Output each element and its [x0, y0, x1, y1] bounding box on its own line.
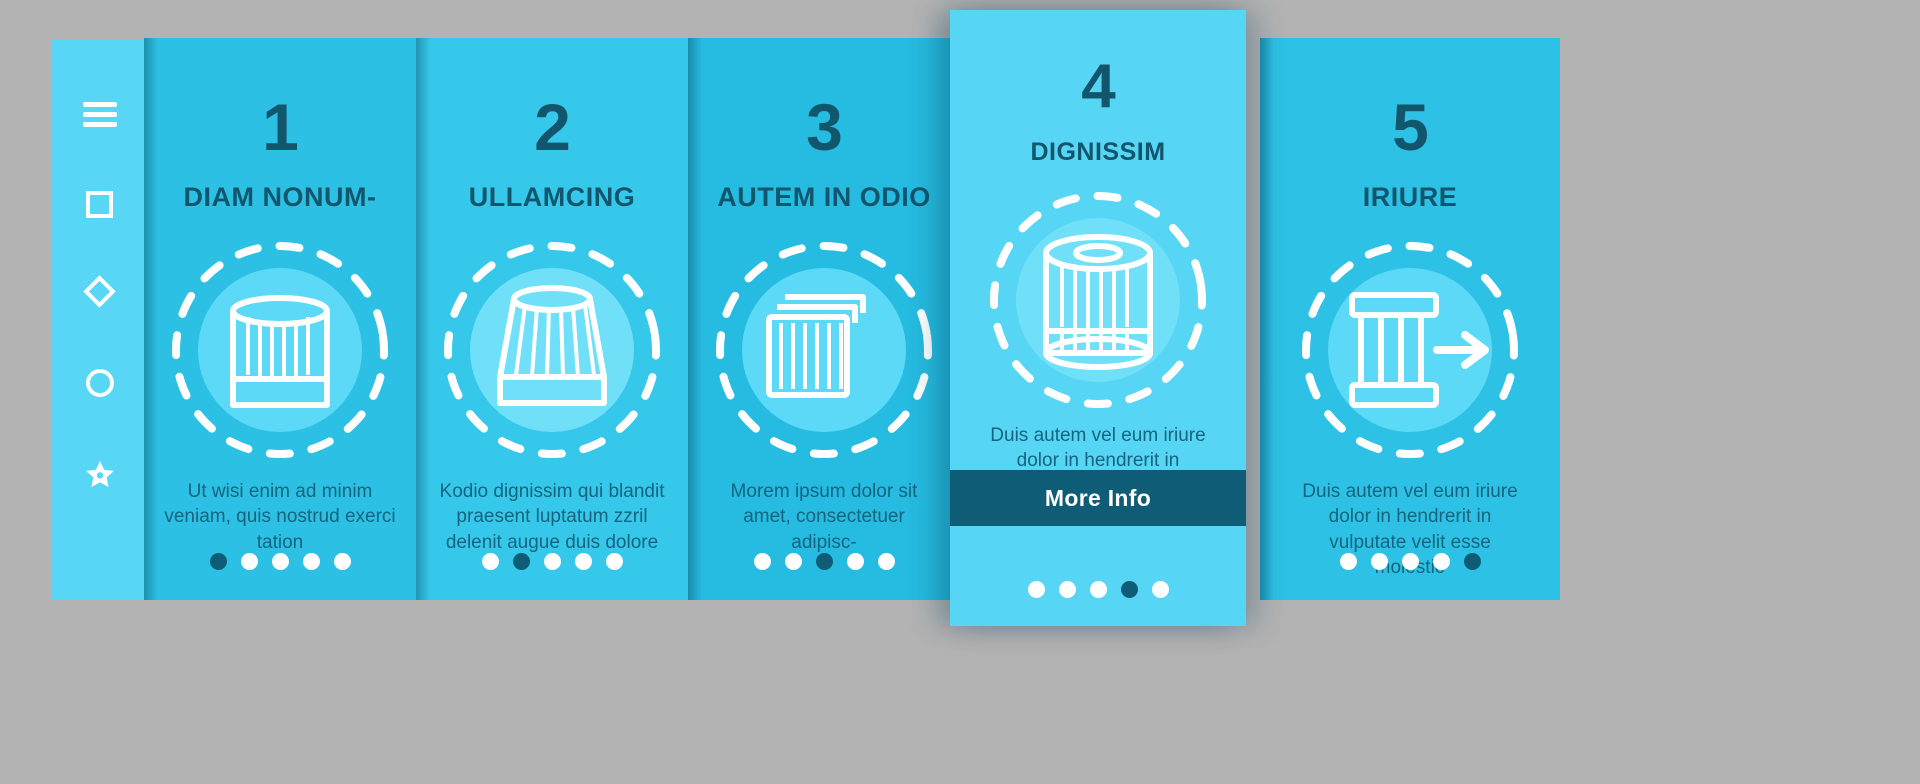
- dot-1[interactable]: [481, 553, 499, 570]
- dot-4[interactable]: [302, 553, 320, 570]
- dot-2[interactable]: [1370, 553, 1388, 570]
- dot-2[interactable]: [512, 553, 530, 570]
- filter-cartridge-icon: [165, 235, 395, 465]
- dot-4[interactable]: [574, 553, 592, 570]
- panel-title: DIGNISSIM: [1030, 138, 1166, 166]
- panel-1[interactable]: 1 DIAM NONUM- Ut wisi enim ad minim veni…: [144, 38, 416, 600]
- panel-3[interactable]: 3 AUTEM IN ODIO Morem ipsum dolor sit am…: [688, 38, 960, 600]
- sidebar-item-star[interactable]: [52, 458, 147, 547]
- dot-5[interactable]: [1463, 553, 1481, 570]
- dot-3[interactable]: [1401, 553, 1419, 570]
- pagination-dots[interactable]: [688, 553, 960, 570]
- dot-4[interactable]: [1432, 553, 1450, 570]
- star-icon: [83, 458, 117, 492]
- sidebar-item-diamond[interactable]: [52, 275, 147, 369]
- panel-body-text: Ut wisi enim ad minim veniam, quis nostr…: [164, 481, 396, 553]
- onboarding-screens-illustration: 1 DIAM NONUM- Ut wisi enim ad minim veni…: [0, 0, 1920, 784]
- panel-seam-shadow: [1260, 38, 1274, 600]
- dot-3[interactable]: [543, 553, 561, 570]
- panel-number: 5: [1392, 90, 1429, 164]
- dot-4[interactable]: [1120, 581, 1138, 598]
- panel-number: 3: [806, 90, 843, 164]
- dot-3[interactable]: [1089, 581, 1107, 598]
- panel-4-featured[interactable]: 4 DIGNISSIM Duis autem vel eum iriure do…: [950, 10, 1246, 626]
- more-info-button[interactable]: More Info: [950, 470, 1246, 526]
- panel-title: DIAM NONUM-: [183, 182, 377, 212]
- diamond-icon: [83, 275, 116, 308]
- panel-number: 4: [1081, 52, 1115, 121]
- dot-2[interactable]: [784, 553, 802, 570]
- panel-5[interactable]: 5 IRIURE Duis autem vel eum iriure dolor…: [1260, 38, 1560, 600]
- pagination-dots[interactable]: [144, 553, 416, 570]
- cone-air-filter-icon: [437, 235, 667, 465]
- hamburger-menu-icon: [82, 102, 117, 127]
- square-icon: [86, 191, 113, 218]
- panel-seam-shadow: [144, 38, 158, 600]
- dot-5[interactable]: [605, 553, 623, 570]
- dot-5[interactable]: [1151, 581, 1169, 598]
- dot-1[interactable]: [1339, 553, 1357, 570]
- panels-row: 1 DIAM NONUM- Ut wisi enim ad minim veni…: [144, 0, 1920, 784]
- panel-seam-shadow: [688, 38, 702, 600]
- dot-2[interactable]: [240, 553, 258, 570]
- cylinder-oil-filter-icon: [983, 185, 1213, 415]
- panel-body-text: Morem ipsum dolor sit amet, consectetuer…: [730, 481, 918, 553]
- panel-body-text: Kodio dignissim qui blandit praesent lup…: [439, 481, 665, 553]
- panel-number: 1: [262, 90, 299, 164]
- sidebar-item-circle[interactable]: [52, 369, 147, 458]
- dot-4[interactable]: [846, 553, 864, 570]
- dot-3[interactable]: [271, 553, 289, 570]
- sidebar-item-menu[interactable]: [52, 102, 147, 191]
- dot-1[interactable]: [753, 553, 771, 570]
- dot-3[interactable]: [815, 553, 833, 570]
- dot-5[interactable]: [877, 553, 895, 570]
- pagination-dots[interactable]: [950, 581, 1246, 598]
- dot-2[interactable]: [1058, 581, 1076, 598]
- dot-1[interactable]: [1027, 581, 1045, 598]
- panel-title: IRIURE: [1362, 182, 1458, 212]
- panel-body-text: Duis autem vel eum iriure dolor in hendr…: [990, 425, 1206, 472]
- stacked-panel-filters-icon: [709, 235, 939, 465]
- panel-seam-shadow: [416, 38, 430, 600]
- sidebar: [52, 40, 147, 600]
- dot-1[interactable]: [209, 553, 227, 570]
- panel-title: AUTEM IN ODIO: [717, 182, 931, 212]
- filter-airflow-arrow-icon: [1295, 235, 1525, 465]
- sidebar-item-square[interactable]: [52, 191, 147, 280]
- dot-5[interactable]: [333, 553, 351, 570]
- pagination-dots[interactable]: [1260, 553, 1560, 570]
- panel-2[interactable]: 2 ULLAMCING Kodio dignissim qui blandit …: [416, 38, 688, 600]
- circle-icon: [85, 369, 114, 397]
- panel-title: ULLAMCING: [468, 182, 636, 212]
- panel-number: 2: [534, 90, 571, 164]
- pagination-dots[interactable]: [416, 553, 688, 570]
